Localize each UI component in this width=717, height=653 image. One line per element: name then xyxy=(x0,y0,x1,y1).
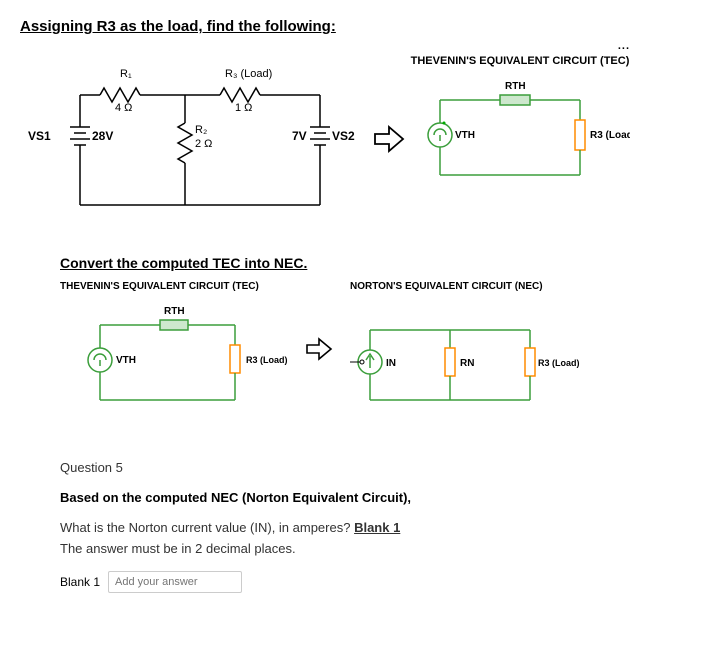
question-number: Question 5 xyxy=(60,460,697,475)
r2-value: 2 Ω xyxy=(195,138,212,150)
tec-mid-block: THEVENIN'S EQUIVALENT CIRCUIT (TEC) xyxy=(60,281,300,430)
original-circuit: R₁ 4 Ω R₃ (Load) 1 Ω VS1 28V R₂ 2 Ω 7V V… xyxy=(20,55,370,225)
rth-mid-label: RTH xyxy=(164,306,185,317)
vs1-value: 28V xyxy=(92,129,113,143)
question-statement: Based on the computed NEC (Norton Equiva… xyxy=(60,490,697,505)
rn-label: RN xyxy=(460,358,474,369)
blank1-text: Blank 1 xyxy=(354,520,400,535)
vs2-label: VS2 xyxy=(332,129,355,143)
load-mid-label: R3 (Load) xyxy=(246,355,288,365)
answer-input[interactable] xyxy=(108,571,242,593)
vth-top-label: VTH xyxy=(455,130,475,141)
answer-row: Blank 1 xyxy=(60,571,697,593)
r1-value: 4 Ω xyxy=(115,102,132,114)
vs2-value: 7V xyxy=(292,129,307,143)
mid-circuits-row: THEVENIN'S EQUIVALENT CIRCUIT (TEC) xyxy=(60,281,697,430)
question-line2: The answer must be in 2 decimal places. xyxy=(60,541,697,556)
blank-label: Blank 1 xyxy=(60,575,100,589)
arrow-right-icon xyxy=(370,124,410,157)
r2-label: R₂ xyxy=(195,124,207,136)
arrow-right-icon-2 xyxy=(300,281,340,365)
tec-mid-title: THEVENIN'S EQUIVALENT CIRCUIT (TEC) xyxy=(60,281,300,292)
vth-mid-label: VTH xyxy=(116,355,136,366)
nec-title: NORTON'S EQUIVALENT CIRCUIT (NEC) xyxy=(350,281,580,292)
load-top-label: R3 (Load) xyxy=(590,130,630,141)
nec-block: NORTON'S EQUIVALENT CIRCUIT (NEC) xyxy=(340,281,580,430)
question-line1-text: What is the Norton current value (IN), i… xyxy=(60,520,354,535)
convert-heading: Convert the computed TEC into NEC. xyxy=(60,255,697,271)
r1-label: R₁ xyxy=(120,68,132,80)
in-label: IN xyxy=(386,358,396,369)
vs1-label: VS1 xyxy=(28,129,51,143)
ellipsis-icon[interactable]: ... xyxy=(618,40,630,52)
nec-load-label: R3 (Load) xyxy=(538,358,580,368)
top-circuits-row: R₁ 4 Ω R₃ (Load) 1 Ω VS1 28V R₂ 2 Ω 7V V… xyxy=(20,55,697,225)
main-heading: Assigning R3 as the load, find the follo… xyxy=(20,18,697,35)
r3-label: R₃ (Load) xyxy=(225,68,272,80)
tec-top-title: THEVENIN'S EQUIVALENT CIRCUIT (TEC) xyxy=(410,55,630,67)
rth-top-label: RTH xyxy=(505,81,526,92)
r3-value: 1 Ω xyxy=(235,102,252,114)
tec-top-block: ... THEVENIN'S EQUIVALENT CIRCUIT (TEC) xyxy=(410,55,630,225)
question-line1: What is the Norton current value (IN), i… xyxy=(60,520,697,535)
